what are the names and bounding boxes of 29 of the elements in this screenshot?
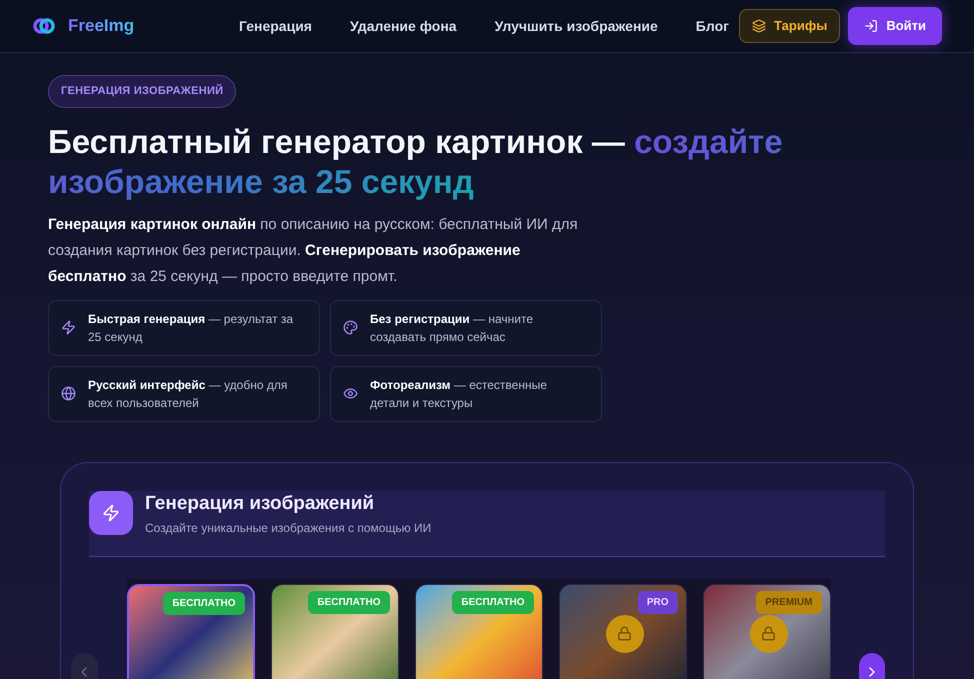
hero-description: Генерация картинок онлайн по описанию на русском: бесплатный ИИ для создания картинок без регистрации. Сгенерировать изображение бесплатно за 25 секунд — просто введите промт. — [48, 214, 579, 286]
login-icon — [864, 19, 878, 33]
layers-icon — [752, 19, 766, 33]
lock-icon — [761, 626, 776, 641]
generator-title: Генерация изображений — [145, 492, 376, 516]
feature-icon — [343, 320, 358, 335]
nav-link[interactable]: Блог — [696, 16, 729, 36]
nav-link[interactable]: Удаление фона — [350, 16, 457, 36]
nav-link[interactable]: Генерация — [239, 16, 312, 36]
model-card[interactable]: PRO — [558, 584, 686, 679]
feature-icon — [343, 386, 358, 401]
model-badge: БЕСПЛАТНО — [163, 592, 244, 614]
feature-text: Русский интерфейс — удобно для всех пользователей — [88, 376, 288, 412]
model-badge: PRO — [638, 590, 678, 614]
login-button[interactable]: Войти — [848, 7, 942, 45]
feature-text: Фотореализм — естественные детали и текстуры — [370, 376, 548, 412]
generator-subtitle: Создайте уникальные изображения с помощью ИИ — [145, 520, 432, 536]
lock-icon — [617, 626, 632, 641]
eyebrow-badge: ГЕНЕРАЦИЯ ИЗОБРАЖЕНИЙ — [48, 75, 236, 108]
feature-text: Быстрая генерация — результат за 25 секунд — [88, 310, 294, 346]
model-badge: БЕСПЛАТНО — [452, 590, 534, 614]
nav-link[interactable]: Улучшить изображение — [494, 16, 658, 36]
model-badge: PREMIUM — [756, 590, 822, 614]
model-badge: БЕСПЛАТНО — [308, 590, 390, 614]
pricing-button[interactable]: Тарифы — [739, 9, 840, 43]
lightning-icon — [102, 504, 120, 522]
feature-icon — [61, 320, 76, 335]
feature-text: Без регистрации — начните создавать прямо сейчас — [370, 310, 534, 346]
feature-icon — [61, 386, 76, 401]
